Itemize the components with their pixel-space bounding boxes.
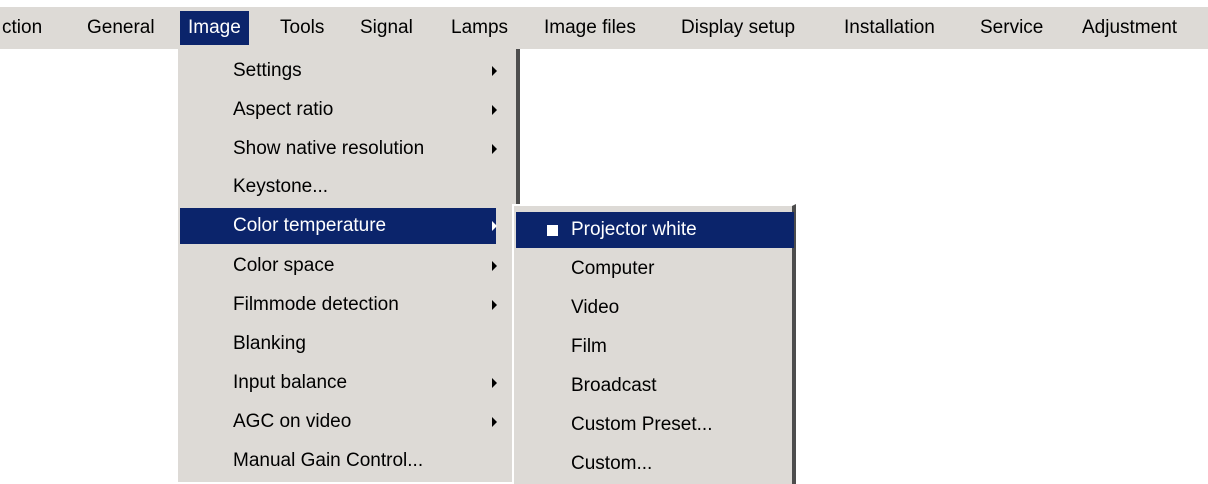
menu-item-color-space[interactable]: Color space: [178, 248, 516, 284]
submenu-arrow-icon: [492, 417, 497, 427]
menu-item-show-native-resolution[interactable]: Show native resolution: [178, 131, 516, 167]
submenu-arrow-icon: [492, 221, 497, 231]
menu-item-label: Manual Gain Control...: [233, 450, 424, 471]
submenu-arrow-icon: [492, 378, 497, 388]
submenu-item-broadcast[interactable]: Broadcast: [514, 368, 792, 404]
submenu-item-projector-white[interactable]: Projector white: [516, 212, 794, 248]
menubar-item-general[interactable]: General: [79, 11, 163, 45]
menu-item-label: Blanking: [233, 333, 306, 354]
submenu-item-film[interactable]: Film: [514, 329, 792, 365]
submenu-item-label: Custom Preset...: [571, 414, 713, 435]
menubar-item-service[interactable]: Service: [972, 11, 1051, 45]
menu-item-aspect-ratio[interactable]: Aspect ratio: [178, 92, 516, 128]
submenu-item-label: Broadcast: [571, 375, 657, 396]
menu-item-settings[interactable]: Settings: [178, 53, 516, 89]
menu-item-label: AGC on video: [233, 411, 352, 432]
submenu-item-computer[interactable]: Computer: [514, 251, 792, 287]
submenu-item-label: Computer: [571, 258, 655, 279]
menu-item-label: Settings: [233, 60, 302, 81]
submenu-item-custom[interactable]: Custom...: [514, 446, 792, 482]
menu-item-filmmode-detection[interactable]: Filmmode detection: [178, 287, 516, 323]
menubar-item-adjustment[interactable]: Adjustment: [1074, 11, 1185, 45]
image-menu: Settings Aspect ratio Show native resolu…: [176, 49, 520, 482]
menubar-item-lamps[interactable]: Lamps: [443, 11, 516, 45]
color-temperature-submenu: Projector white Computer Video Film Broa…: [512, 204, 796, 484]
submenu-arrow-icon: [492, 66, 497, 76]
submenu-arrow-icon: [492, 261, 497, 271]
submenu-item-label: Custom...: [571, 453, 653, 474]
menu-bar: ction General Image Tools Signal Lamps I…: [0, 7, 1208, 49]
menu-item-manual-gain-control[interactable]: Manual Gain Control...: [178, 443, 516, 479]
menu-item-input-balance[interactable]: Input balance: [178, 365, 516, 401]
menubar-item-image-files[interactable]: Image files: [536, 11, 644, 45]
menu-item-label: Color temperature: [233, 215, 387, 236]
submenu-item-label: Projector white: [571, 219, 697, 240]
menubar-item-image[interactable]: Image: [180, 11, 249, 45]
menubar-item-display-setup[interactable]: Display setup: [673, 11, 803, 45]
menu-item-label: Color space: [233, 255, 335, 276]
menu-item-label: Aspect ratio: [233, 99, 334, 120]
submenu-item-video[interactable]: Video: [514, 290, 792, 326]
menu-item-blanking[interactable]: Blanking: [178, 326, 516, 362]
menu-item-label: Input balance: [233, 372, 348, 393]
menubar-item-installation[interactable]: Installation: [836, 11, 943, 45]
selected-bullet-icon: [547, 225, 558, 236]
submenu-arrow-icon: [492, 144, 497, 154]
menu-item-label: Keystone...: [233, 176, 329, 197]
menu-item-label: Show native resolution: [233, 138, 425, 159]
menubar-item-tools[interactable]: Tools: [272, 11, 332, 45]
submenu-arrow-icon: [492, 105, 497, 115]
submenu-item-custom-preset[interactable]: Custom Preset...: [514, 407, 792, 443]
submenu-arrow-icon: [492, 300, 497, 310]
menu-item-label: Filmmode detection: [233, 294, 399, 315]
menubar-item-signal[interactable]: Signal: [352, 11, 421, 45]
submenu-item-label: Video: [571, 297, 620, 318]
menu-item-agc-on-video[interactable]: AGC on video: [178, 404, 516, 440]
menu-item-color-temperature[interactable]: Color temperature: [180, 208, 497, 244]
menu-item-keystone[interactable]: Keystone...: [178, 169, 516, 205]
submenu-item-label: Film: [571, 336, 607, 357]
menubar-item-ction[interactable]: ction: [0, 11, 48, 45]
